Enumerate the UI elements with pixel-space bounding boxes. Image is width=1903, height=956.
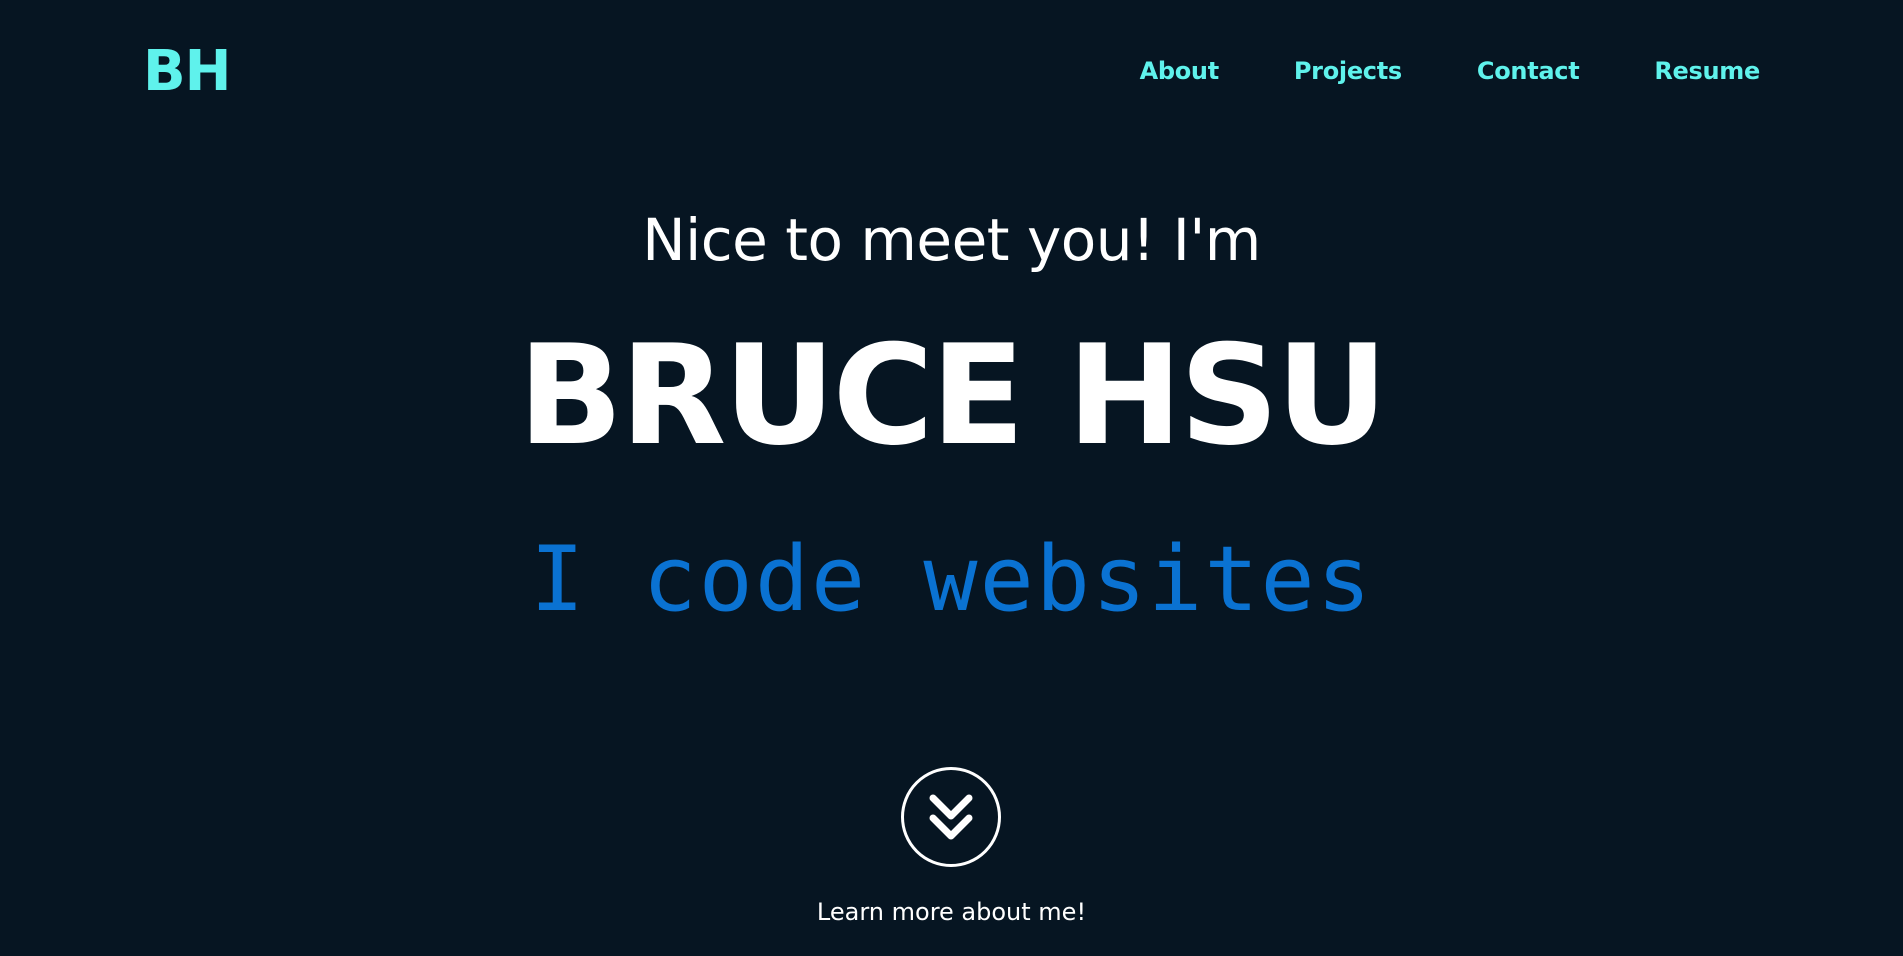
main-nav: About Projects Contact Resume	[1140, 56, 1761, 86]
page: BH About Projects Contact Resume Nice to…	[0, 0, 1903, 956]
learn-more-link[interactable]: Learn more about me!	[0, 896, 1903, 928]
nav-link-resume[interactable]: Resume	[1654, 56, 1760, 86]
scroll-down-button[interactable]	[901, 767, 1001, 867]
nav-link-projects[interactable]: Projects	[1294, 56, 1402, 86]
logo-link[interactable]: BH	[143, 40, 232, 104]
hero-tagline: I code websites	[530, 527, 1373, 632]
hero-greeting: Nice to meet you! I'm	[642, 206, 1261, 274]
nav-link-about[interactable]: About	[1140, 56, 1220, 86]
nav-link-contact[interactable]: Contact	[1477, 56, 1580, 86]
double-chevron-down-icon	[928, 792, 974, 842]
hero-name: BRUCE HSU	[517, 315, 1388, 476]
